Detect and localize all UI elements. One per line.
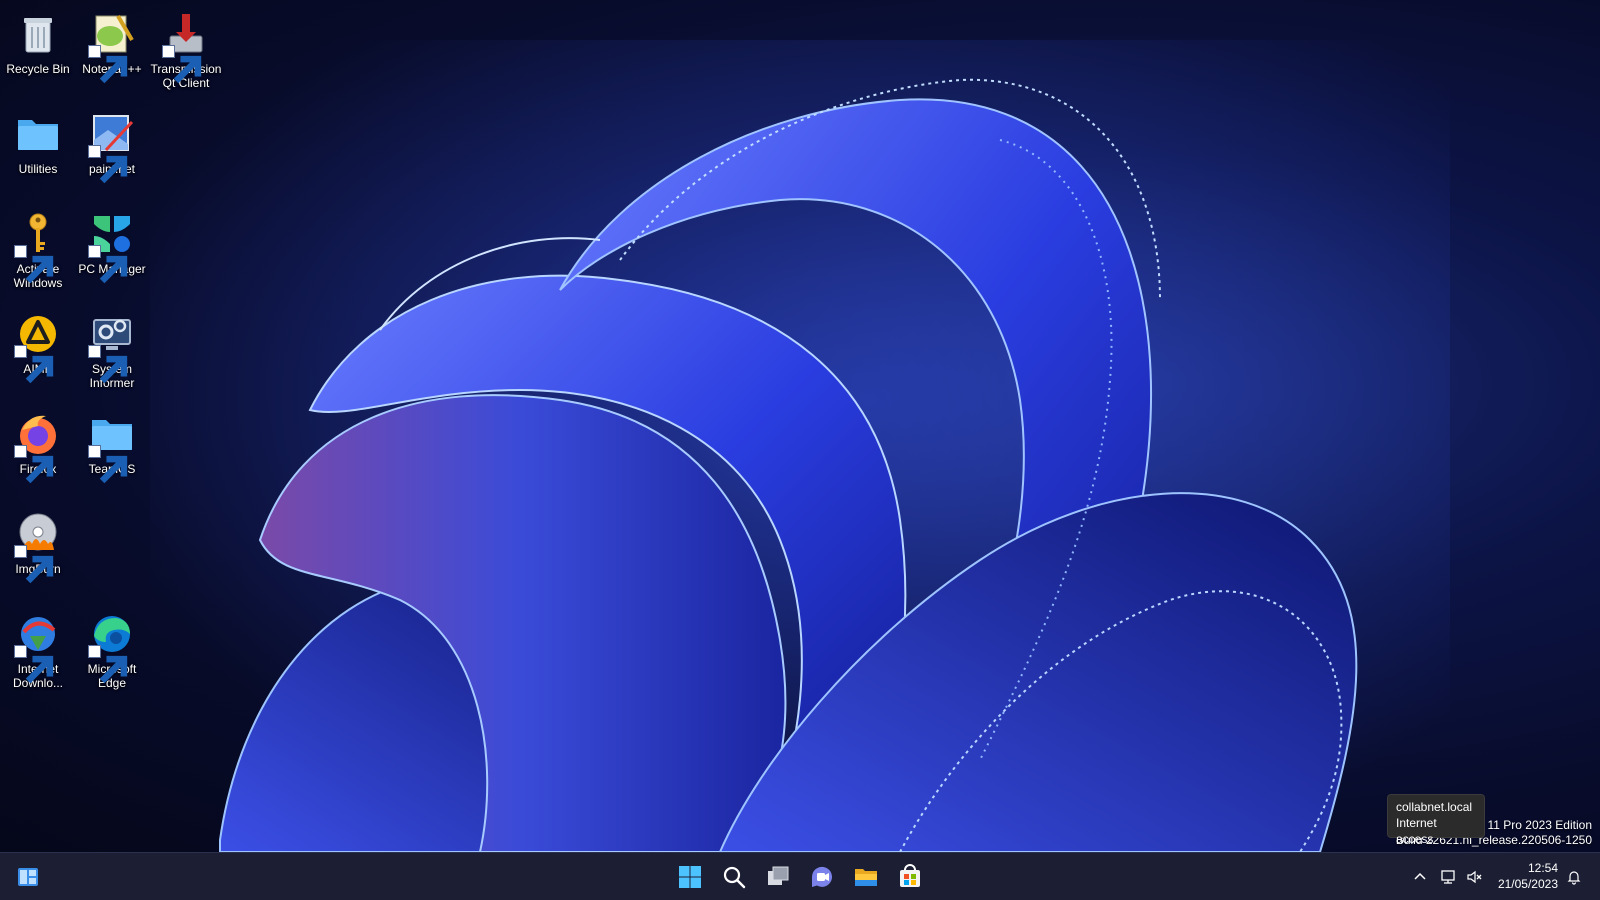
start-button[interactable] xyxy=(672,859,708,895)
desktop-icon-paint-net[interactable]: paint.net xyxy=(74,110,150,184)
shortcut-arrow-icon xyxy=(14,545,54,584)
desktop-icon-pc-manager[interactable]: PC Manager xyxy=(74,210,150,284)
file-explorer-button[interactable] xyxy=(848,859,884,895)
shortcut-arrow-icon xyxy=(88,145,128,184)
taskbar: 12:54 21/05/2023 xyxy=(0,852,1600,900)
task-view-button[interactable] xyxy=(760,859,796,895)
folder-icon xyxy=(14,110,62,158)
desktop-icon-teamos[interactable]: TeamOS xyxy=(74,410,150,484)
shortcut-arrow-icon xyxy=(14,245,54,284)
notification-center-button[interactable] xyxy=(1562,865,1586,889)
file-explorer-icon xyxy=(855,869,877,886)
desktop-icon-transmission[interactable]: Transmission Qt Client xyxy=(148,10,224,90)
shortcut-arrow-icon xyxy=(14,445,54,484)
desktop-icon-firefox[interactable]: Firefox xyxy=(0,410,76,484)
microsoft-store-icon xyxy=(900,864,920,887)
shortcut-arrow-icon xyxy=(88,645,128,684)
desktop-icon-utilities[interactable]: Utilities xyxy=(0,110,76,176)
widgets-button[interactable] xyxy=(10,859,46,895)
transmission-icon xyxy=(162,10,210,84)
microsoft-store-button[interactable] xyxy=(892,859,928,895)
notepad-plus-plus-icon xyxy=(88,10,136,84)
desktop-icon-system-informer[interactable]: System Informer xyxy=(74,310,150,390)
shortcut-arrow-icon xyxy=(88,345,128,384)
volume-muted-icon xyxy=(1467,870,1482,884)
desktop-icon-recycle-bin[interactable]: Recycle Bin xyxy=(0,10,76,76)
taskbar-clock[interactable]: 12:54 21/05/2023 xyxy=(1488,860,1558,892)
desktop-icon-notepad-plus-plus[interactable]: Notepad++ xyxy=(74,10,150,84)
desktop-icon-microsoft-edge[interactable]: Microsoft Edge xyxy=(74,610,150,690)
paint-net-icon xyxy=(88,110,136,184)
desktop-icon-activate-windows[interactable]: Activate Windows xyxy=(0,210,76,290)
bloom-wallpaper xyxy=(150,40,1450,852)
shortcut-arrow-icon xyxy=(14,645,54,684)
widgets-icon xyxy=(18,868,38,886)
volume-button[interactable] xyxy=(1462,865,1486,889)
windows-start-icon xyxy=(679,866,701,888)
system-informer-icon xyxy=(88,310,136,384)
shortcut-arrow-icon xyxy=(162,45,202,84)
key-icon xyxy=(14,210,62,284)
search-icon xyxy=(723,866,746,889)
notification-bell-icon xyxy=(1567,871,1581,885)
recycle-bin-icon xyxy=(14,10,62,58)
imgburn-icon xyxy=(14,510,62,584)
clock-time: 12:54 xyxy=(1527,861,1558,875)
shortcut-arrow-icon xyxy=(88,445,128,484)
desktop-icon-aimp[interactable]: AIMP xyxy=(0,310,76,384)
desktop[interactable]: Recycle Bin Notepad++ Transmission Qt Cl… xyxy=(0,0,1600,852)
network-tooltip: collabnet.local Internet access xyxy=(1387,794,1485,846)
shortcut-arrow-icon xyxy=(88,45,128,84)
chevron-up-icon xyxy=(1414,872,1426,880)
shortcut-arrow-icon xyxy=(88,245,128,284)
network-button[interactable] xyxy=(1436,865,1460,889)
network-icon xyxy=(1441,870,1455,884)
search-button[interactable] xyxy=(716,859,752,895)
desktop-icon-label: Recycle Bin xyxy=(6,62,70,76)
firefox-icon xyxy=(14,410,62,484)
teams-chat-button[interactable] xyxy=(804,859,840,895)
shortcut-arrow-icon xyxy=(14,345,54,384)
pc-manager-icon xyxy=(88,210,136,284)
clock-date: 21/05/2023 xyxy=(1497,877,1558,891)
microsoft-edge-icon xyxy=(88,610,136,684)
desktop-icon-internet-download-manager[interactable]: Internet Downlo... xyxy=(0,610,76,690)
teams-chat-icon xyxy=(811,866,832,887)
desktop-icon-imgburn[interactable]: ImgBurn xyxy=(0,510,76,584)
aimp-icon xyxy=(14,310,62,384)
folder-icon xyxy=(88,410,136,484)
desktop-icon-label: Utilities xyxy=(18,162,58,176)
tooltip-network-name: collabnet.local xyxy=(1396,800,1473,814)
tooltip-network-status: Internet access xyxy=(1396,816,1437,846)
show-hidden-icons-button[interactable] xyxy=(1408,865,1432,889)
task-view-icon xyxy=(768,866,789,885)
internet-download-manager-icon xyxy=(14,610,62,684)
